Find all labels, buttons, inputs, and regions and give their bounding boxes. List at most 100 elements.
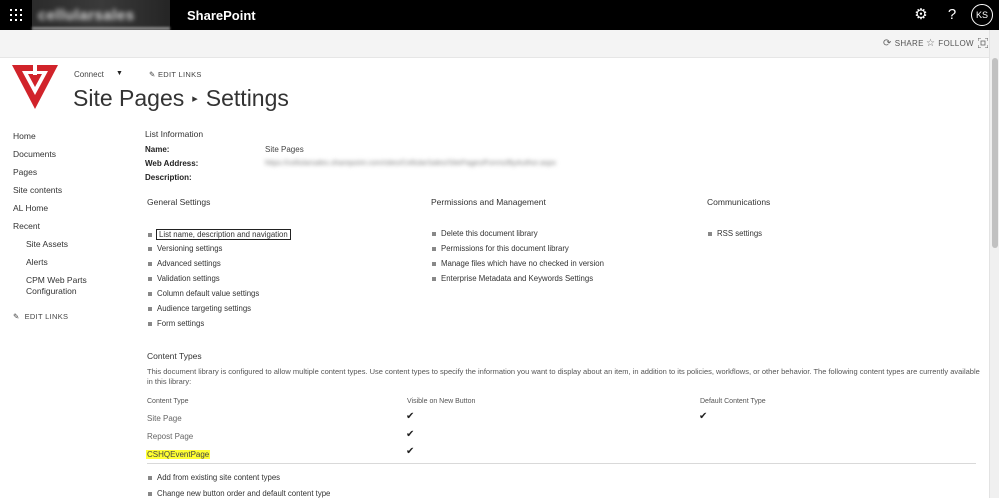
nav-item-documents[interactable]: Documents [13, 149, 56, 159]
link-label: Enterprise Metadata and Keywords Setting… [441, 274, 594, 283]
gear-icon[interactable]: ⚙ [912, 6, 930, 24]
permissions-heading: Permissions and Management [431, 197, 546, 207]
star-icon: ☆ [926, 38, 936, 49]
link-list-name-description[interactable]: List name, description and navigation [148, 229, 291, 240]
link-label: Audience targeting settings [157, 304, 252, 313]
suite-bar: cellularsales SharePoint ⚙ ? KS [0, 0, 999, 30]
link-delete-library[interactable]: Delete this document library [432, 229, 538, 238]
check-icon: ✔ [406, 429, 415, 440]
name-label: Name: [145, 145, 170, 154]
link-rss-settings[interactable]: RSS settings [708, 229, 762, 238]
link-enterprise-metadata[interactable]: Enterprise Metadata and Keywords Setting… [432, 274, 593, 283]
web-address-value: https://cellularsales.sharepoint.com/sit… [265, 158, 556, 167]
link-permissions[interactable]: Permissions for this document library [432, 244, 569, 253]
brand-logo[interactable]: cellularsales [32, 0, 170, 30]
site-logo[interactable] [12, 65, 58, 109]
nav-item-configuration[interactable]: Configuration [26, 286, 77, 296]
follow-label: FOLLOW [938, 39, 974, 48]
link-label: Permissions for this document library [441, 244, 569, 253]
col-default-content-type: Default Content Type [700, 398, 766, 405]
nav-item-pages[interactable]: Pages [13, 167, 37, 177]
nav-item-al-home[interactable]: AL Home [13, 203, 48, 213]
nav-item-alerts[interactable]: Alerts [26, 257, 48, 267]
share-button[interactable]: ⟳ SHARE [883, 38, 924, 49]
bullet-icon [148, 261, 152, 266]
breadcrumb-arrow-icon: ▸ [192, 93, 198, 105]
edit-links-top[interactable]: ✎ EDIT LINKS [149, 70, 202, 79]
link-label: Add from existing site content types [157, 473, 281, 482]
nav-item-site-contents[interactable]: Site contents [13, 185, 62, 195]
bullet-icon [432, 231, 436, 236]
nav-item-home[interactable]: Home [13, 131, 36, 141]
content-types-description: This document library is configured to a… [147, 367, 980, 386]
app-launcher-icon[interactable] [10, 9, 22, 21]
bullet-icon [148, 475, 152, 480]
col-visible-new-button: Visible on New Button [407, 398, 476, 405]
focus-mode-icon[interactable] [978, 38, 988, 48]
check-icon: ✔ [699, 411, 708, 422]
check-icon: ✔ [406, 411, 415, 422]
communications-heading: Communications [707, 197, 771, 207]
bullet-icon [148, 246, 152, 251]
caret-down-icon[interactable]: ▼ [116, 70, 123, 77]
link-form-settings[interactable]: Form settings [148, 319, 204, 328]
bullet-icon [708, 231, 712, 236]
link-label: Form settings [157, 319, 205, 328]
content-type-repost-page[interactable]: Repost Page [147, 432, 193, 441]
page-title-site[interactable]: Site Pages [73, 85, 184, 112]
bullet-icon [148, 491, 152, 496]
link-change-button-order[interactable]: Change new button order and default cont… [148, 489, 330, 498]
bullet-icon [148, 321, 152, 326]
link-label: Versioning settings [157, 244, 223, 253]
nav-item-cpm-web-parts[interactable]: CPM Web Parts [26, 275, 87, 285]
content-types-heading: Content Types [147, 351, 202, 361]
ribbon: ⟳ SHARE ☆ FOLLOW [0, 30, 989, 58]
follow-button[interactable]: ☆ FOLLOW [926, 38, 974, 49]
share-label: SHARE [894, 39, 924, 48]
bullet-icon [432, 276, 436, 281]
nav-edit-links[interactable]: ✎ EDIT LINKS [13, 312, 68, 321]
link-add-existing-content-types[interactable]: Add from existing site content types [148, 473, 280, 482]
link-versioning-settings[interactable]: Versioning settings [148, 244, 222, 253]
page-scrollbar[interactable] [989, 30, 999, 498]
link-label: Manage files which have no checked in ve… [441, 259, 604, 268]
divider [147, 463, 976, 464]
web-address-label: Web Address: [145, 159, 199, 168]
general-settings-heading: General Settings [147, 197, 211, 207]
bullet-icon [148, 232, 152, 237]
link-validation-settings[interactable]: Validation settings [148, 274, 220, 283]
link-label: RSS settings [717, 229, 763, 238]
pencil-icon: ✎ [13, 312, 20, 321]
bullet-icon [148, 276, 152, 281]
help-icon[interactable]: ? [943, 6, 961, 24]
link-audience-targeting[interactable]: Audience targeting settings [148, 304, 251, 313]
col-content-type: Content Type [147, 398, 189, 405]
page-title-settings: Settings [205, 85, 289, 111]
link-label: Advanced settings [157, 259, 221, 268]
edit-links-label: EDIT LINKS [157, 70, 202, 79]
app-title[interactable]: SharePoint [187, 8, 256, 23]
check-icon: ✔ [406, 446, 415, 457]
bullet-icon [432, 261, 436, 266]
link-label: Validation settings [157, 274, 220, 283]
link-label: List name, description and navigation [156, 229, 291, 240]
link-column-default-value[interactable]: Column default value settings [148, 289, 259, 298]
link-manage-files[interactable]: Manage files which have no checked in ve… [432, 259, 604, 268]
pencil-icon: ✎ [149, 70, 156, 79]
bullet-icon [432, 246, 436, 251]
content-type-cshq-event-page[interactable]: CSHQEventPage [146, 450, 211, 459]
bullet-icon [148, 291, 152, 296]
nav-edit-links-label: EDIT LINKS [24, 312, 69, 321]
connect-link[interactable]: Connect [74, 70, 104, 79]
scrollbar-thumb[interactable] [992, 58, 998, 248]
nav-item-recent[interactable]: Recent [13, 221, 40, 231]
brand-name: cellularsales [38, 7, 135, 24]
link-advanced-settings[interactable]: Advanced settings [148, 259, 221, 268]
name-value: Site Pages [265, 145, 304, 154]
content-type-site-page[interactable]: Site Page [147, 414, 182, 423]
bullet-icon [148, 306, 152, 311]
link-label: Delete this document library [441, 229, 538, 238]
list-info-heading: List Information [145, 129, 204, 139]
nav-item-site-assets[interactable]: Site Assets [26, 239, 68, 249]
avatar[interactable]: KS [971, 4, 993, 26]
